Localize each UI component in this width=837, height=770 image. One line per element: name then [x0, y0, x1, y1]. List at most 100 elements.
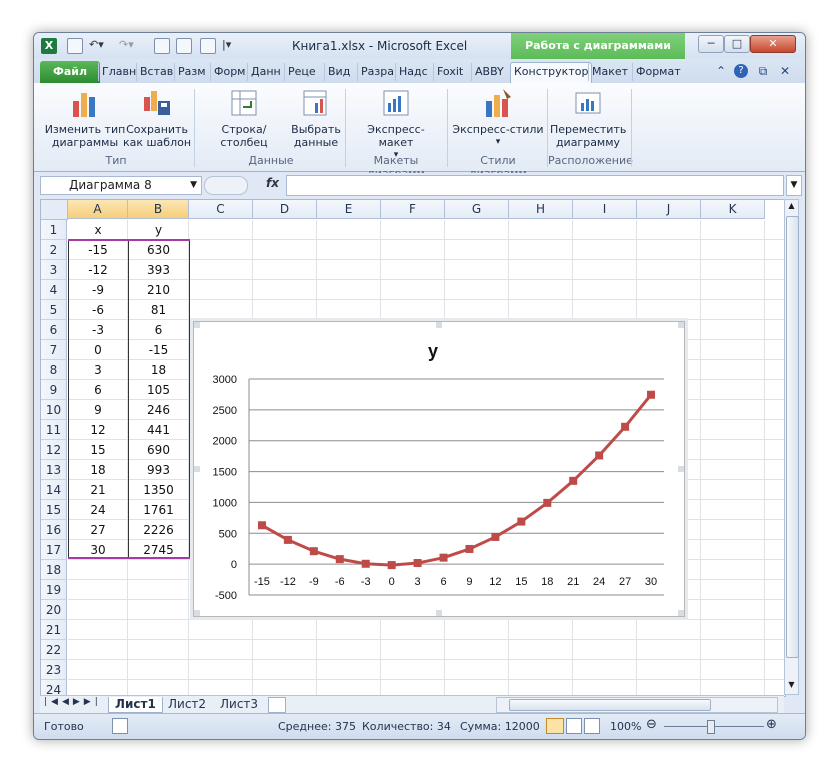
- cell-b6[interactable]: 6: [128, 320, 189, 340]
- cell-a10[interactable]: 9: [68, 400, 128, 420]
- close-button[interactable]: ✕: [750, 35, 796, 53]
- cell-a12[interactable]: 15: [68, 440, 128, 460]
- chevron-down-icon[interactable]: ▼: [190, 177, 197, 194]
- cell-a8[interactable]: 3: [68, 360, 128, 380]
- page-break-view-icon[interactable]: [584, 718, 600, 734]
- column-header-g[interactable]: G: [445, 200, 509, 219]
- cell-a14[interactable]: 21: [68, 480, 128, 500]
- cell-b4[interactable]: 210: [128, 280, 189, 300]
- tab-layout[interactable]: Макет: [588, 63, 631, 81]
- cell-b14[interactable]: 1350: [128, 480, 189, 500]
- cell-b12[interactable]: 690: [128, 440, 189, 460]
- cell-b5[interactable]: 81: [128, 300, 189, 320]
- column-header-c[interactable]: C: [189, 200, 253, 219]
- row-header-7[interactable]: 7: [41, 340, 67, 360]
- cell-a9[interactable]: 6: [68, 380, 128, 400]
- column-header-a[interactable]: A: [68, 200, 128, 219]
- column-header-h[interactable]: H: [509, 200, 573, 219]
- row-header-12[interactable]: 12: [41, 440, 67, 460]
- cell-a17[interactable]: 30: [68, 540, 128, 560]
- row-header-13[interactable]: 13: [41, 460, 67, 480]
- collapse-ribbon-icon[interactable]: ⌃: [714, 64, 728, 78]
- column-header-i[interactable]: I: [573, 200, 637, 219]
- cell-a11[interactable]: 12: [68, 420, 128, 440]
- expand-formula-bar-icon[interactable]: ▼: [786, 175, 802, 196]
- calculator-icon[interactable]: [200, 38, 216, 54]
- spreadsheet-grid[interactable]: A B C D E F G H I J K 1 2 3 4 5 6 7 8 9 10 11 12 13 14 15 16 17 18 19…: [40, 199, 786, 697]
- cell-b13[interactable]: 993: [128, 460, 189, 480]
- row-header-5[interactable]: 5: [41, 300, 67, 320]
- zoom-level[interactable]: 100%: [610, 720, 641, 733]
- undo-icon[interactable]: ↶▾: [89, 38, 104, 54]
- row-header-6[interactable]: 6: [41, 320, 67, 340]
- cell-b2[interactable]: 630: [128, 240, 189, 260]
- cell-b10[interactable]: 246: [128, 400, 189, 420]
- tab-foxit[interactable]: Foxit: [433, 63, 466, 81]
- column-header-f[interactable]: F: [381, 200, 445, 219]
- cell-a13[interactable]: 18: [68, 460, 128, 480]
- row-header-16[interactable]: 16: [41, 520, 67, 540]
- row-header-1[interactable]: 1: [41, 220, 67, 240]
- sheet-navigation-icon[interactable]: |◀◀▶▶|: [44, 697, 102, 707]
- row-header-2[interactable]: 2: [41, 240, 67, 260]
- row-header-22[interactable]: 22: [41, 640, 67, 660]
- sheet-tab-1[interactable]: Лист1: [108, 697, 163, 713]
- select-all-corner[interactable]: [41, 200, 68, 220]
- column-header-k[interactable]: K: [701, 200, 765, 219]
- row-header-21[interactable]: 21: [41, 620, 67, 640]
- cell-b1[interactable]: y: [128, 220, 189, 240]
- help-icon[interactable]: ?: [734, 64, 748, 78]
- cell-b11[interactable]: 441: [128, 420, 189, 440]
- cell-a15[interactable]: 24: [68, 500, 128, 520]
- cell-b8[interactable]: 18: [128, 360, 189, 380]
- cell-a6[interactable]: -3: [68, 320, 128, 340]
- quick-styles-button[interactable]: Экспресс-стили ▾: [452, 87, 544, 149]
- macro-record-icon[interactable]: [112, 718, 128, 734]
- tab-review[interactable]: Реце: [284, 63, 319, 81]
- cell-a2[interactable]: -15: [68, 240, 128, 260]
- tab-developer[interactable]: Разра: [357, 63, 397, 81]
- row-header-23[interactable]: 23: [41, 660, 67, 680]
- tab-addins[interactable]: Надс: [395, 63, 431, 81]
- move-chart-button[interactable]: Переместить диаграмму: [550, 87, 626, 149]
- cell-a1[interactable]: x: [68, 220, 128, 240]
- row-header-10[interactable]: 10: [41, 400, 67, 420]
- row-header-15[interactable]: 15: [41, 500, 67, 520]
- minimize-button[interactable]: ─: [698, 35, 724, 53]
- row-header-4[interactable]: 4: [41, 280, 67, 300]
- tab-home[interactable]: Главн: [98, 63, 139, 81]
- zoom-out-icon[interactable]: ⊖: [646, 717, 657, 732]
- save-as-template-button[interactable]: Сохранить как шаблон: [122, 87, 192, 149]
- maximize-button[interactable]: □: [724, 35, 750, 53]
- insert-sheet-icon[interactable]: [268, 697, 286, 713]
- vertical-scrollbar[interactable]: ▲ ▼: [784, 199, 799, 695]
- row-header-14[interactable]: 14: [41, 480, 67, 500]
- scroll-up-icon[interactable]: ▲: [786, 201, 797, 213]
- line-chart[interactable]: y -500 0 500 1000 1500 2000 2500 3000 -15 -12 -9 -6 -…: [194, 322, 684, 616]
- insert-function-icon[interactable]: fx: [266, 176, 279, 190]
- tab-design[interactable]: Конструктор: [510, 62, 593, 84]
- cell-a16[interactable]: 27: [68, 520, 128, 540]
- zoom-in-icon[interactable]: ⊕: [766, 717, 777, 732]
- cell-b9[interactable]: 105: [128, 380, 189, 400]
- column-header-e[interactable]: E: [317, 200, 381, 219]
- horizontal-scroll-thumb[interactable]: [509, 699, 711, 711]
- redo-icon[interactable]: ↷▾: [119, 38, 134, 54]
- row-header-8[interactable]: 8: [41, 360, 67, 380]
- tab-page-layout[interactable]: Разм: [174, 63, 209, 81]
- cell-a7[interactable]: 0: [68, 340, 128, 360]
- chart-area[interactable]: y -500 0 500 1000 1500 2000 2500 3000 -15 -12 -9 -6 -…: [193, 321, 685, 617]
- quick-layout-button[interactable]: Экспресс-макет ▾: [350, 87, 442, 162]
- form-icon[interactable]: [154, 38, 170, 54]
- row-header-11[interactable]: 11: [41, 420, 67, 440]
- tab-data[interactable]: Данн: [247, 63, 284, 81]
- cell-b15[interactable]: 1761: [128, 500, 189, 520]
- row-header-18[interactable]: 18: [41, 560, 67, 580]
- sheet-tab-3[interactable]: Лист3: [214, 697, 264, 712]
- vertical-scroll-thumb[interactable]: [786, 216, 799, 658]
- column-header-b[interactable]: B: [128, 200, 189, 219]
- tab-formulas[interactable]: Форм: [210, 63, 248, 81]
- zoom-slider-handle[interactable]: [707, 720, 715, 734]
- tab-abbyy[interactable]: ABBY: [471, 63, 507, 81]
- customize-qat-icon[interactable]: |▾: [222, 38, 231, 54]
